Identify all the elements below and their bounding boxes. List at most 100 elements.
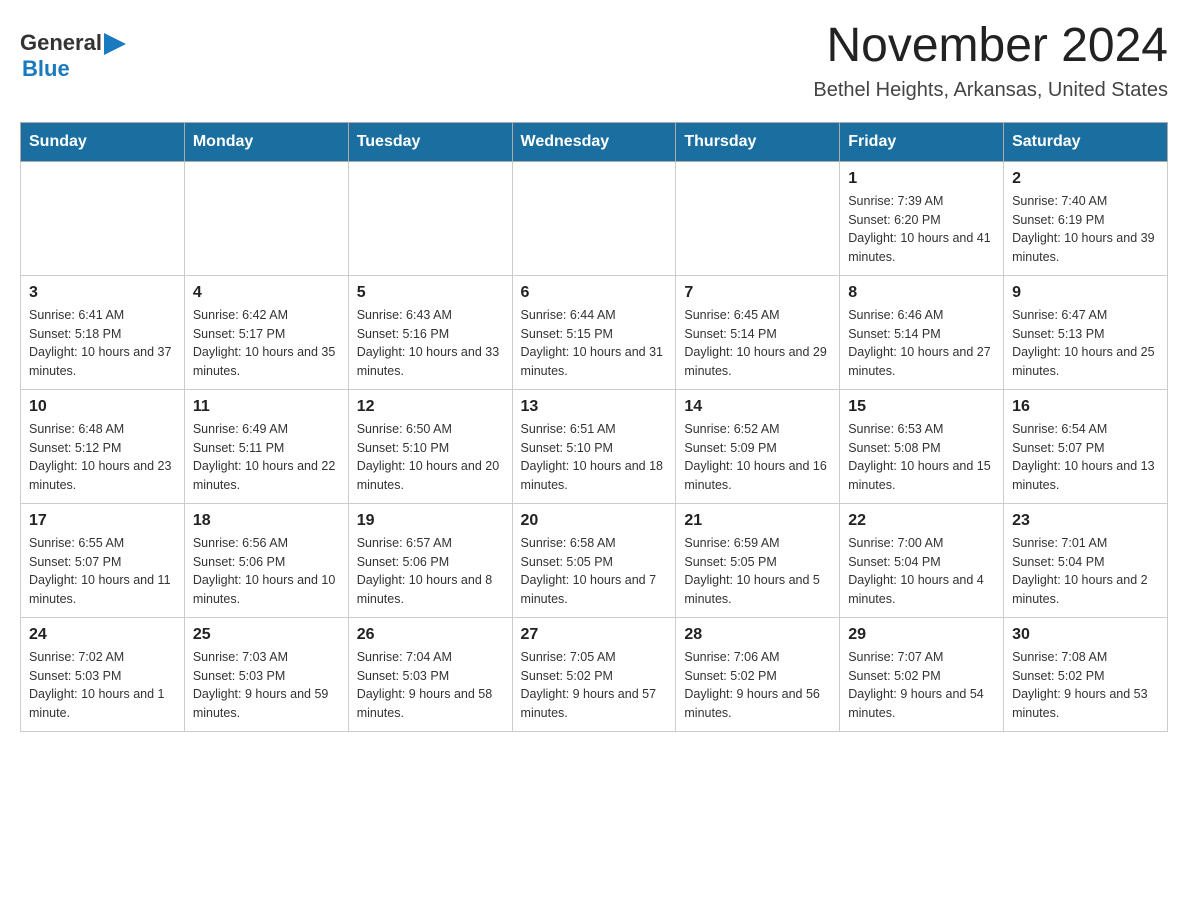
calendar-cell: 4Sunrise: 6:42 AM Sunset: 5:17 PM Daylig… — [184, 275, 348, 389]
week-row-4: 17 Sunrise: 6:55 AM Sunset: 5:07 PM Dayli… — [21, 503, 1168, 617]
day-number: 9 — [1012, 284, 1159, 302]
header-tuesday: Tuesday — [348, 122, 512, 161]
calendar-cell: 19Sunrise: 6:57 AM Sunset: 5:06 PM Dayli… — [348, 503, 512, 617]
day-info: Sunrise: 6:47 AM Sunset: 5:13 PM Dayligh… — [1012, 306, 1159, 381]
day-number: 1 — [848, 170, 995, 188]
day-info: Sunrise: 6:52 AM Sunset: 5:09 PM Dayligh… — [684, 420, 831, 495]
day-number: 20 — [521, 512, 668, 530]
day-info: Sunrise: 6:41 AM Sunset: 5:18 PM Dayligh… — [29, 306, 176, 381]
day-info: Sunrise: 7:06 AM Sunset: 5:02 PM Dayligh… — [684, 648, 831, 723]
calendar-cell: 23 Sunrise: 7:01 AM Sunset: 5:04 PM Dayli… — [1004, 503, 1168, 617]
calendar-cell: 28 Sunrise: 7:06 AM Sunset: 5:02 PM Dayli… — [676, 617, 840, 731]
day-info: Sunrise: 6:59 AM Sunset: 5:05 PM Dayligh… — [684, 534, 831, 609]
day-info: Sunrise: 6:44 AM Sunset: 5:15 PM Dayligh… — [521, 306, 668, 381]
page-header: General Blue November 2024 Bethel Height… — [20, 20, 1168, 102]
day-number: 24 — [29, 626, 176, 644]
day-number: 18 — [193, 512, 340, 530]
day-number: 4 — [193, 284, 340, 302]
day-info: Sunrise: 7:00 AM Sunset: 5:04 PM Dayligh… — [848, 534, 995, 609]
calendar-cell: 10Sunrise: 6:48 AM Sunset: 5:12 PM Dayli… — [21, 389, 185, 503]
calendar-cell: 9 Sunrise: 6:47 AM Sunset: 5:13 PM Daylig… — [1004, 275, 1168, 389]
calendar-cell: 2 Sunrise: 7:40 AM Sunset: 6:19 PM Daylig… — [1004, 161, 1168, 275]
calendar-cell: 16 Sunrise: 6:54 AM Sunset: 5:07 PM Dayli… — [1004, 389, 1168, 503]
header-thursday: Thursday — [676, 122, 840, 161]
calendar-cell: 21 Sunrise: 6:59 AM Sunset: 5:05 PM Dayli… — [676, 503, 840, 617]
header-wednesday: Wednesday — [512, 122, 676, 161]
calendar-table: SundayMondayTuesdayWednesdayThursdayFrid… — [20, 122, 1168, 732]
calendar-cell: 26 Sunrise: 7:04 AM Sunset: 5:03 PM Dayli… — [348, 617, 512, 731]
calendar-cell: 27 Sunrise: 7:05 AM Sunset: 5:02 PM Dayli… — [512, 617, 676, 731]
day-number: 16 — [1012, 398, 1159, 416]
calendar-cell: 8Sunrise: 6:46 AM Sunset: 5:14 PM Daylig… — [840, 275, 1004, 389]
day-info: Sunrise: 6:48 AM Sunset: 5:12 PM Dayligh… — [29, 420, 176, 495]
day-number: 17 — [29, 512, 176, 530]
day-info: Sunrise: 7:39 AM Sunset: 6:20 PM Dayligh… — [848, 192, 995, 267]
day-number: 25 — [193, 626, 340, 644]
day-number: 13 — [521, 398, 668, 416]
day-info: Sunrise: 7:01 AM Sunset: 5:04 PM Dayligh… — [1012, 534, 1159, 609]
day-number: 22 — [848, 512, 995, 530]
calendar-cell: 5Sunrise: 6:43 AM Sunset: 5:16 PM Daylig… — [348, 275, 512, 389]
calendar-cell — [184, 161, 348, 275]
calendar-cell: 25 Sunrise: 7:03 AM Sunset: 5:03 PM Dayli… — [184, 617, 348, 731]
week-row-1: 1 Sunrise: 7:39 AM Sunset: 6:20 PM Daylig… — [21, 161, 1168, 275]
calendar-cell: 17 Sunrise: 6:55 AM Sunset: 5:07 PM Dayli… — [21, 503, 185, 617]
calendar-header-row: SundayMondayTuesdayWednesdayThursdayFrid… — [21, 122, 1168, 161]
day-info: Sunrise: 6:57 AM Sunset: 5:06 PM Dayligh… — [357, 534, 504, 609]
calendar-cell: 29 Sunrise: 7:07 AM Sunset: 5:02 PM Dayli… — [840, 617, 1004, 731]
day-info: Sunrise: 7:04 AM Sunset: 5:03 PM Dayligh… — [357, 648, 504, 723]
day-number: 3 — [29, 284, 176, 302]
day-info: Sunrise: 7:40 AM Sunset: 6:19 PM Dayligh… — [1012, 192, 1159, 267]
day-number: 26 — [357, 626, 504, 644]
calendar-cell: 3 Sunrise: 6:41 AM Sunset: 5:18 PM Daylig… — [21, 275, 185, 389]
day-info: Sunrise: 6:55 AM Sunset: 5:07 PM Dayligh… — [29, 534, 176, 609]
day-info: Sunrise: 6:43 AM Sunset: 5:16 PM Dayligh… — [357, 306, 504, 381]
day-info: Sunrise: 6:51 AM Sunset: 5:10 PM Dayligh… — [521, 420, 668, 495]
day-number: 14 — [684, 398, 831, 416]
header-monday: Monday — [184, 122, 348, 161]
calendar-cell: 14 Sunrise: 6:52 AM Sunset: 5:09 PM Dayli… — [676, 389, 840, 503]
calendar-cell: 30Sunrise: 7:08 AM Sunset: 5:02 PM Dayli… — [1004, 617, 1168, 731]
day-info: Sunrise: 7:08 AM Sunset: 5:02 PM Dayligh… — [1012, 648, 1159, 723]
logo-blue-text: Blue — [22, 56, 126, 82]
calendar-cell: 22 Sunrise: 7:00 AM Sunset: 5:04 PM Dayli… — [840, 503, 1004, 617]
day-info: Sunrise: 6:58 AM Sunset: 5:05 PM Dayligh… — [521, 534, 668, 609]
location-subtitle: Bethel Heights, Arkansas, United States — [813, 79, 1168, 102]
day-number: 28 — [684, 626, 831, 644]
day-number: 12 — [357, 398, 504, 416]
calendar-cell: 12 Sunrise: 6:50 AM Sunset: 5:10 PM Dayli… — [348, 389, 512, 503]
day-number: 29 — [848, 626, 995, 644]
calendar-cell: 15Sunrise: 6:53 AM Sunset: 5:08 PM Dayli… — [840, 389, 1004, 503]
day-number: 21 — [684, 512, 831, 530]
day-number: 23 — [1012, 512, 1159, 530]
calendar-cell: 18 Sunrise: 6:56 AM Sunset: 5:06 PM Dayli… — [184, 503, 348, 617]
calendar-cell: 24Sunrise: 7:02 AM Sunset: 5:03 PM Dayli… — [21, 617, 185, 731]
day-info: Sunrise: 6:53 AM Sunset: 5:08 PM Dayligh… — [848, 420, 995, 495]
day-number: 8 — [848, 284, 995, 302]
day-info: Sunrise: 7:03 AM Sunset: 5:03 PM Dayligh… — [193, 648, 340, 723]
header-saturday: Saturday — [1004, 122, 1168, 161]
logo-general-text: General — [20, 30, 102, 56]
calendar-cell — [676, 161, 840, 275]
day-number: 7 — [684, 284, 831, 302]
day-number: 2 — [1012, 170, 1159, 188]
calendar-cell: 6Sunrise: 6:44 AM Sunset: 5:15 PM Daylig… — [512, 275, 676, 389]
header-sunday: Sunday — [21, 122, 185, 161]
day-info: Sunrise: 6:50 AM Sunset: 5:10 PM Dayligh… — [357, 420, 504, 495]
calendar-cell: 1 Sunrise: 7:39 AM Sunset: 6:20 PM Daylig… — [840, 161, 1004, 275]
header-friday: Friday — [840, 122, 1004, 161]
week-row-5: 24Sunrise: 7:02 AM Sunset: 5:03 PM Dayli… — [21, 617, 1168, 731]
calendar-cell — [512, 161, 676, 275]
day-info: Sunrise: 7:05 AM Sunset: 5:02 PM Dayligh… — [521, 648, 668, 723]
logo: General Blue — [20, 20, 126, 82]
day-info: Sunrise: 6:54 AM Sunset: 5:07 PM Dayligh… — [1012, 420, 1159, 495]
day-info: Sunrise: 6:56 AM Sunset: 5:06 PM Dayligh… — [193, 534, 340, 609]
calendar-cell — [21, 161, 185, 275]
day-info: Sunrise: 6:45 AM Sunset: 5:14 PM Dayligh… — [684, 306, 831, 381]
calendar-cell: 13 Sunrise: 6:51 AM Sunset: 5:10 PM Dayli… — [512, 389, 676, 503]
day-number: 27 — [521, 626, 668, 644]
logo-arrow-icon — [104, 33, 126, 55]
day-info: Sunrise: 6:49 AM Sunset: 5:11 PM Dayligh… — [193, 420, 340, 495]
day-info: Sunrise: 7:07 AM Sunset: 5:02 PM Dayligh… — [848, 648, 995, 723]
day-number: 11 — [193, 398, 340, 416]
